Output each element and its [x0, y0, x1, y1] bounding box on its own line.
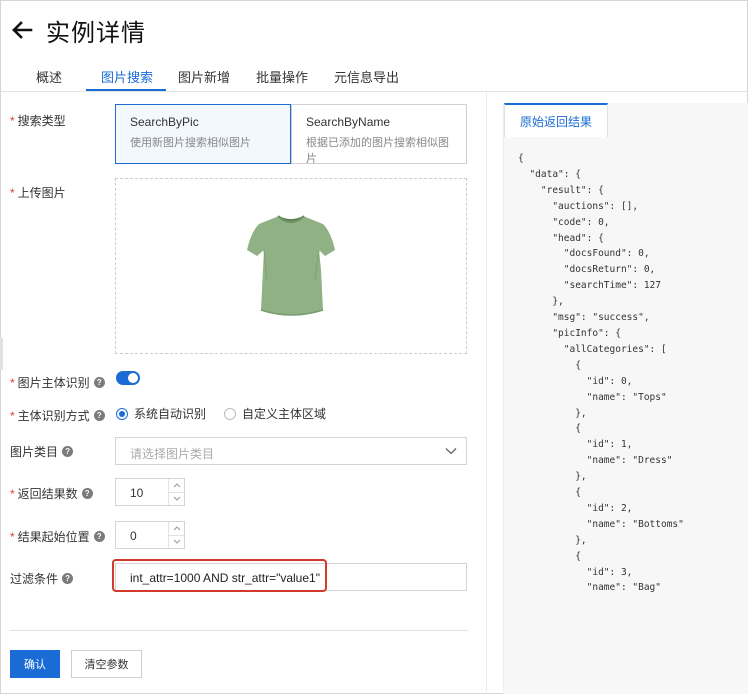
chevron-down-icon — [173, 496, 180, 501]
search-by-pic-option[interactable]: SearchByPic 使用新图片搜索相似图片 — [115, 104, 291, 164]
chevron-up-icon — [173, 526, 180, 531]
radio-custom-region[interactable]: 自定义主体区域 — [224, 405, 326, 422]
tab-raw-result[interactable]: 原始返回结果 — [504, 103, 608, 137]
search-form: * 搜索类型 SearchByPic 使用新图片搜索相似图片 SearchByNa… — [0, 92, 490, 694]
detect-mode-label: * 主体识别方式? — [10, 407, 105, 424]
option-description: 使用新图片搜索相似图片 — [130, 137, 251, 149]
arrow-left-icon[interactable] — [10, 17, 36, 43]
decrement-button[interactable] — [169, 534, 184, 549]
category-select[interactable]: 请选择图片类目 — [115, 437, 467, 465]
start-position-stepper[interactable]: 0 — [115, 521, 185, 549]
upload-label: * 上传图片 — [10, 185, 66, 201]
subject-detect-toggle[interactable] — [116, 371, 140, 385]
help-icon[interactable]: ? — [93, 410, 105, 421]
radio-auto-detect[interactable]: 系统自动识别 — [116, 405, 206, 422]
result-panel: 原始返回结果 { "data": { "result": { "auctions… — [503, 103, 748, 694]
page-header: 实例详情 — [10, 12, 146, 48]
radio-unchecked-icon — [224, 407, 237, 420]
radio-label: 自定义主体区域 — [242, 407, 327, 421]
panel-divider — [486, 92, 487, 694]
tab-image-search[interactable]: 图片搜索 — [101, 67, 153, 86]
image-upload-area[interactable] — [115, 178, 467, 354]
tab-overview[interactable]: 概述 — [36, 67, 62, 86]
select-placeholder: 请选择图片类目 — [130, 447, 215, 461]
toggle-knob — [128, 373, 138, 383]
search-type-selector: SearchByPic 使用新图片搜索相似图片 SearchByName 根据已… — [115, 104, 467, 165]
increment-button[interactable] — [169, 522, 184, 535]
option-title: SearchByPic — [130, 115, 199, 129]
result-count-stepper[interactable]: 10 — [115, 478, 185, 506]
subject-detect-label: * 图片主体识别? — [10, 374, 105, 391]
confirm-button[interactable]: 确认 — [10, 650, 60, 678]
active-tab-indicator — [86, 89, 166, 91]
json-result-text: { "data": { "result": { "auctions": [], … — [518, 153, 684, 594]
filter-label: 过滤条件? — [10, 570, 74, 587]
option-title: SearchByName — [306, 115, 391, 129]
stepper-buttons — [168, 522, 184, 548]
help-icon[interactable]: ? — [62, 573, 74, 584]
help-icon[interactable]: ? — [62, 446, 74, 457]
radio-checked-icon — [116, 407, 128, 420]
filter-input[interactable]: int_attr=1000 AND str_attr="value1" — [115, 563, 467, 591]
increment-button[interactable] — [169, 479, 184, 492]
form-divider — [10, 630, 468, 631]
tab-meta-export[interactable]: 元信息导出 — [334, 67, 399, 86]
tab-image-add[interactable]: 图片新增 — [178, 67, 230, 86]
category-label: 图片类目? — [10, 443, 74, 460]
stepper-buttons — [168, 479, 184, 505]
help-icon[interactable]: ? — [93, 377, 105, 388]
help-icon[interactable]: ? — [81, 488, 93, 499]
radio-label: 系统自动识别 — [134, 407, 207, 421]
stepper-value[interactable]: 0 — [116, 522, 168, 548]
clear-params-button[interactable]: 清空参数 — [71, 650, 142, 678]
help-icon[interactable]: ? — [93, 531, 105, 542]
page-title: 实例详情 — [46, 19, 146, 47]
chevron-up-icon — [173, 483, 180, 488]
start-position-label: * 结果起始位置? — [10, 528, 105, 545]
chevron-down-icon — [444, 444, 458, 461]
tab-bar: 概述 图片搜索 图片新增 批量操作 元信息导出 — [0, 60, 748, 92]
detect-mode-radio-group: 系统自动识别 自定义主体区域 — [116, 405, 344, 422]
decrement-button[interactable] — [169, 491, 184, 506]
option-description: 根据已添加的图片搜索相似图片 — [306, 137, 449, 165]
green-tshirt-image — [247, 215, 335, 316]
chevron-down-icon — [173, 539, 180, 544]
stepper-value[interactable]: 10 — [116, 479, 168, 505]
search-by-name-option[interactable]: SearchByName 根据已添加的图片搜索相似图片 — [291, 104, 467, 165]
tab-batch-ops[interactable]: 批量操作 — [256, 67, 308, 86]
search-type-label: * 搜索类型 — [10, 113, 66, 129]
result-count-label: * 返回结果数? — [10, 485, 93, 502]
